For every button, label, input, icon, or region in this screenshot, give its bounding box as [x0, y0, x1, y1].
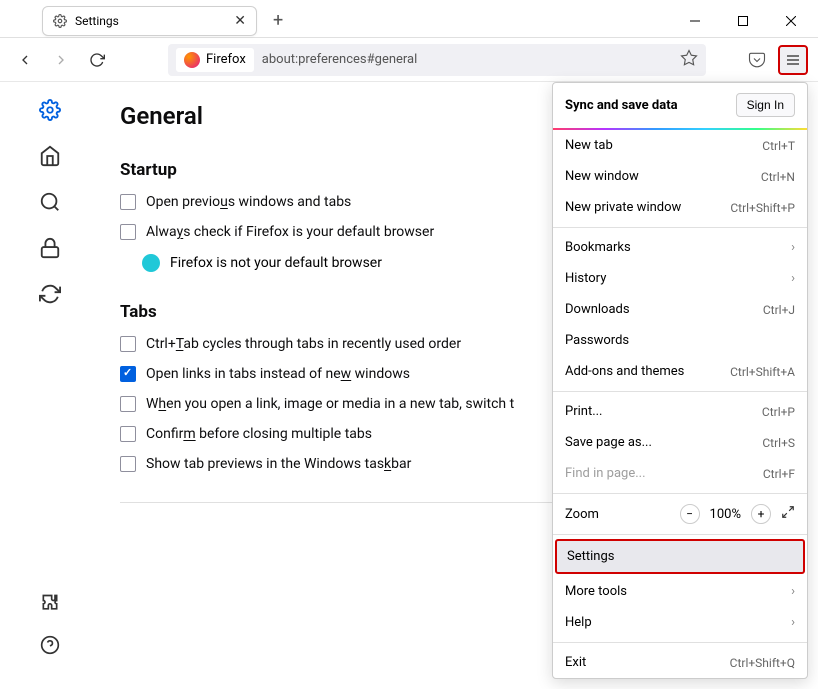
menu-history[interactable]: History›	[553, 263, 807, 294]
default-browser-text: Firefox is not your default browser	[170, 255, 382, 271]
menu-help[interactable]: Help›	[553, 607, 807, 638]
label-showprev: Show tab previews in the Windows taskbar	[146, 456, 411, 472]
zoom-out-button[interactable]: −	[680, 504, 700, 524]
pocket-button[interactable]	[742, 45, 772, 75]
sidebar-item-search[interactable]	[36, 188, 64, 216]
menu-sync-title: Sync and save data	[565, 98, 678, 113]
chevron-right-icon: ›	[791, 584, 795, 599]
menu-passwords[interactable]: Passwords	[553, 325, 807, 356]
menu-newtab[interactable]: New tabCtrl+T	[553, 130, 807, 161]
window-controls	[672, 6, 818, 36]
app-menu: Sync and save data Sign In New tabCtrl+T…	[552, 82, 808, 679]
menu-print[interactable]: Print...Ctrl+P	[553, 396, 807, 427]
sidebar-item-home[interactable]	[36, 142, 64, 170]
url-identity-label: Firefox	[206, 52, 246, 67]
close-window-button[interactable]	[768, 6, 814, 36]
bookmark-star-button[interactable]	[680, 49, 698, 71]
signin-button[interactable]: Sign In	[736, 93, 795, 117]
app-menu-button[interactable]	[778, 45, 808, 75]
new-tab-button[interactable]: +	[267, 10, 289, 31]
firefox-icon	[184, 52, 200, 68]
maximize-button[interactable]	[720, 6, 766, 36]
reload-button[interactable]	[82, 45, 112, 75]
menu-sync-header: Sync and save data Sign In	[553, 83, 807, 128]
label-open-previous: Open previous windows and tabs	[146, 194, 351, 210]
chevron-right-icon: ›	[791, 240, 795, 255]
menu-newprivate[interactable]: New private windowCtrl+Shift+P	[553, 192, 807, 223]
browser-tab[interactable]: Settings ✕	[42, 6, 257, 36]
checkbox-showprev[interactable]	[120, 456, 136, 472]
menu-bookmarks[interactable]: Bookmarks›	[553, 232, 807, 263]
firefox-status-icon	[142, 254, 160, 272]
sidebar-item-extensions[interactable]	[36, 589, 64, 617]
fullscreen-button[interactable]	[781, 505, 795, 523]
tab-title: Settings	[75, 14, 226, 28]
menu-addons[interactable]: Add-ons and themesCtrl+Shift+A	[553, 356, 807, 387]
menu-savepage[interactable]: Save page as...Ctrl+S	[553, 427, 807, 458]
back-button[interactable]	[10, 45, 40, 75]
sidebar-item-privacy[interactable]	[36, 234, 64, 262]
checkbox-ctrltab[interactable]	[120, 336, 136, 352]
sidebar-item-sync[interactable]	[36, 280, 64, 308]
zoom-label: Zoom	[565, 507, 599, 522]
menu-newwindow[interactable]: New windowCtrl+N	[553, 161, 807, 192]
checkbox-always-check[interactable]	[120, 224, 136, 240]
menu-exit[interactable]: ExitCtrl+Shift+Q	[553, 647, 807, 678]
zoom-value: 100%	[710, 507, 741, 522]
checkbox-open-previous[interactable]	[120, 194, 136, 210]
menu-findinpage[interactable]: Find in page...Ctrl+F	[553, 458, 807, 489]
settings-sidebar	[0, 82, 100, 689]
minimize-button[interactable]	[672, 6, 718, 36]
close-tab-button[interactable]: ✕	[234, 13, 246, 29]
zoom-in-button[interactable]: +	[751, 504, 771, 524]
toolbar: Firefox about:preferences#general	[0, 38, 818, 82]
sidebar-item-general[interactable]	[36, 96, 64, 124]
checkbox-switchto[interactable]	[120, 396, 136, 412]
menu-settings[interactable]: Settings	[555, 539, 805, 574]
label-confirm: Confirm before closing multiple tabs	[146, 426, 372, 442]
url-text: about:preferences#general	[262, 52, 672, 67]
label-switchto: When you open a link, image or media in …	[146, 396, 514, 412]
url-identity[interactable]: Firefox	[176, 48, 254, 72]
checkbox-confirm[interactable]	[120, 426, 136, 442]
titlebar: Settings ✕ +	[0, 0, 818, 38]
forward-button[interactable]	[46, 45, 76, 75]
menu-moretools[interactable]: More tools›	[553, 576, 807, 607]
menu-downloads[interactable]: DownloadsCtrl+J	[553, 294, 807, 325]
chevron-right-icon: ›	[791, 615, 795, 630]
checkbox-openlinks[interactable]	[120, 366, 136, 382]
chevron-right-icon: ›	[791, 271, 795, 286]
label-always-check: Always check if Firefox is your default …	[146, 224, 434, 240]
menu-zoom: Zoom − 100% +	[553, 498, 807, 530]
url-bar[interactable]: Firefox about:preferences#general	[168, 44, 706, 76]
sidebar-item-help[interactable]	[36, 631, 64, 659]
label-openlinks: Open links in tabs instead of new window…	[146, 366, 410, 382]
gear-icon	[53, 14, 67, 28]
label-ctrltab: Ctrl+Tab cycles through tabs in recently…	[146, 336, 461, 352]
